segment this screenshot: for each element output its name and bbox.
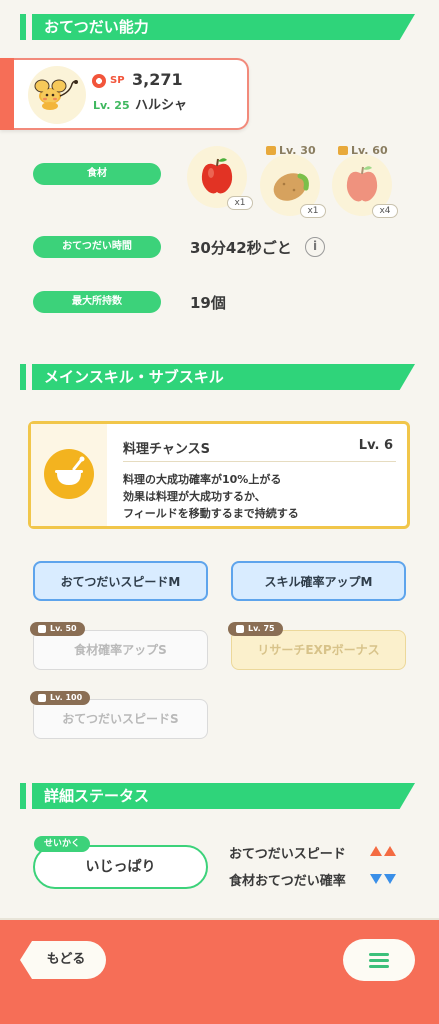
pokemon-level: Lv. 25 xyxy=(93,99,130,112)
help-time-label: おてつだい時間 xyxy=(33,236,161,258)
nature-down-label: 食材おてつだい確率 xyxy=(229,874,346,889)
ingredient-potato[interactable]: x1 xyxy=(260,154,326,218)
nature-up-label: おてつだいスピード xyxy=(229,847,346,862)
header-tick xyxy=(20,14,26,40)
card-accent xyxy=(0,58,14,130)
sp-label: SP xyxy=(110,75,125,86)
section-title: 詳細ステータス xyxy=(32,783,415,809)
section-header-skills: メインスキル・サブスキル xyxy=(20,364,415,390)
skill-level: Lv. 6 xyxy=(358,438,393,453)
subskill-helping-speed-s[interactable]: おてつだいスピードS xyxy=(33,699,208,739)
section-title: メインスキル・サブスキル xyxy=(32,364,415,390)
menu-icon xyxy=(369,953,389,956)
cooking-pot-icon xyxy=(44,449,94,499)
down-arrow-icon xyxy=(384,874,396,884)
section-header-details: 詳細ステータス xyxy=(20,783,415,809)
subskill-research-exp-bonus[interactable]: リサーチEXPボーナス xyxy=(231,630,406,670)
subskill-helping-speed-m[interactable]: おてつだいスピードM xyxy=(33,561,208,601)
ingredient-count: x1 xyxy=(300,204,326,218)
section-header-help-ability: おてつだい能力 xyxy=(20,14,415,40)
pokemon-name: ハルシャ xyxy=(135,98,188,113)
help-time-value: 30分42秒ごと xyxy=(190,239,292,257)
subskill-unlock-badge: Lv. 100 xyxy=(30,691,91,705)
ingredient-apple[interactable]: x1 xyxy=(187,146,253,210)
subskill-ingredient-finder-s[interactable]: 食材確率アップS xyxy=(33,630,208,670)
info-icon[interactable]: i xyxy=(305,237,325,257)
sp-value: 3,271 xyxy=(132,70,183,89)
menu-icon xyxy=(369,959,389,962)
skill-description: 料理の大成功確率が10%上がる 効果は料理が大成功するか、 フィールドを移動する… xyxy=(123,473,299,520)
pokemon-card[interactable]: SP 3,271 Lv. 25 ハルシャ xyxy=(0,58,249,130)
up-arrow-icon xyxy=(384,846,396,856)
max-carry-label: 最大所持数 xyxy=(33,291,161,313)
down-arrow-icon xyxy=(370,874,382,884)
header-tick xyxy=(20,364,26,390)
sp-icon xyxy=(92,74,106,88)
section-title: おてつだい能力 xyxy=(32,14,415,40)
dedenne-icon xyxy=(34,79,78,110)
menu-button[interactable] xyxy=(343,939,415,981)
header-tick xyxy=(20,783,26,809)
max-carry-value: 19個 xyxy=(190,294,226,312)
ingredient-apple-locked[interactable]: x4 xyxy=(332,154,398,218)
bottom-bar: もどる xyxy=(0,918,439,1024)
divider xyxy=(123,461,396,462)
menu-icon xyxy=(369,965,389,968)
skill-icon-panel xyxy=(31,424,107,526)
skill-name: 料理チャンスS xyxy=(123,442,210,457)
pokemon-avatar xyxy=(28,66,86,124)
ingredient-count: x1 xyxy=(227,196,253,210)
up-arrow-icon xyxy=(370,846,382,856)
nature-tag: せいかく xyxy=(34,836,91,852)
subskill-unlock-badge: Lv. 50 xyxy=(30,622,85,636)
subskill-unlock-badge: Lv. 75 xyxy=(228,622,283,636)
subskill-skill-trigger-m[interactable]: スキル確率アップM xyxy=(231,561,406,601)
back-button[interactable]: もどる xyxy=(20,941,106,979)
main-skill-card[interactable]: 料理チャンスS Lv. 6 料理の大成功確率が10%上がる 効果は料理が大成功す… xyxy=(28,421,410,529)
ingredient-count: x4 xyxy=(372,204,398,218)
ingredients-label: 食材 xyxy=(33,163,161,185)
